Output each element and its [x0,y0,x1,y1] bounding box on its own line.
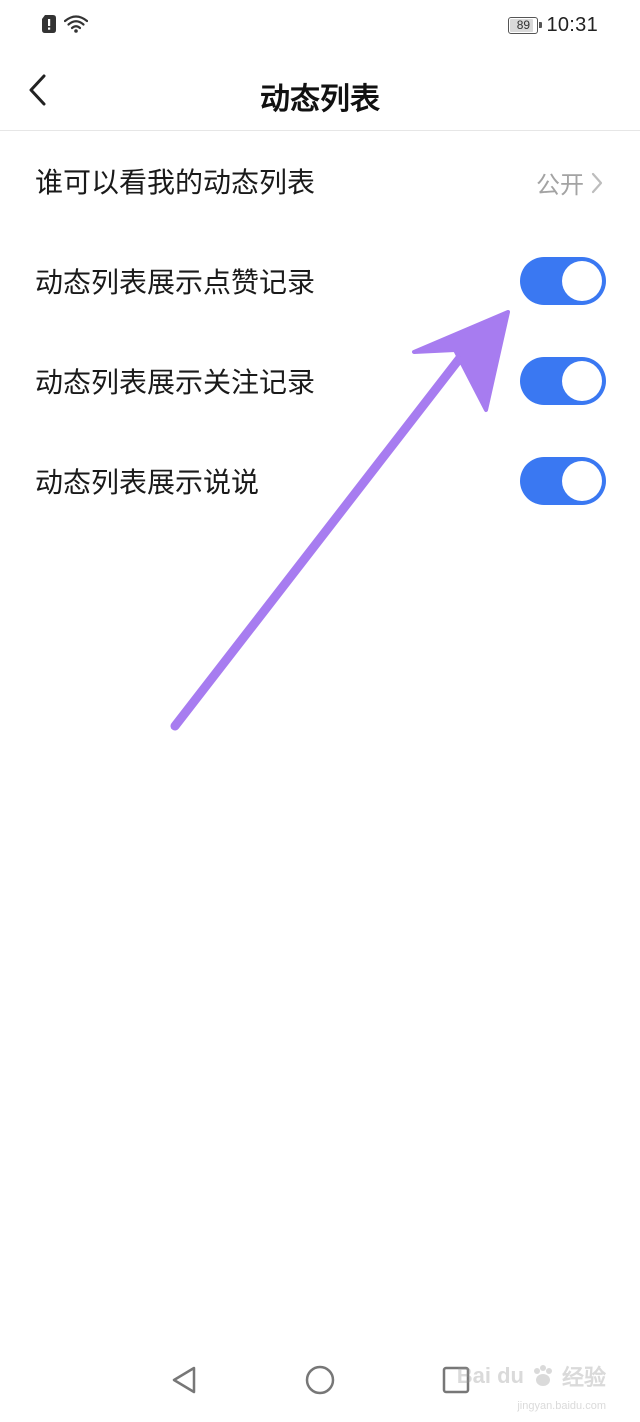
page-title: 动态列表 [260,82,380,117]
sim-alert-icon [42,15,56,33]
toggle-row-posts: 动态列表展示说说 [0,431,640,531]
navigation-header: 动态列表 [0,54,640,131]
watermark-logo: Bai du [456,1363,524,1388]
toggle-row-follows: 动态列表展示关注记录 [0,331,640,431]
toggle-knob [562,361,602,401]
watermark-url: jingyan.baidu.com [517,1400,606,1412]
battery-level: 89 [516,18,531,32]
visibility-setting-value[interactable]: 公开 [536,165,604,200]
watermark-suffix: 经验 [561,1365,606,1390]
toggle-switch-follows[interactable] [520,357,606,405]
chevron-right-icon [591,172,603,193]
toggle-switch-likes[interactable] [520,257,606,305]
toggle-knob [562,261,602,301]
paw-icon [533,1365,552,1386]
status-time: 10:31 [546,14,598,36]
toggle-label-likes: 动态列表展示点赞记录 [35,266,316,299]
watermark: Bai du 经验 [457,1360,606,1392]
triangle-back-icon [172,1366,196,1394]
toggle-label-posts: 动态列表展示说说 [35,466,260,499]
toggle-switch-posts[interactable] [520,457,606,505]
status-right: 89 10:31 [508,14,598,37]
status-bar: 89 10:31 [0,0,640,54]
toggle-knob [562,461,602,501]
battery-icon: 89 [508,17,543,34]
visibility-setting-label: 谁可以看我的动态列表 [35,166,316,199]
system-back-button[interactable] [164,1360,204,1400]
circle-home-icon [305,1365,335,1395]
settings-list: 谁可以看我的动态列表 公开 动态列表展示点赞记录 动态列表展示关注记录 动态列表… [0,131,640,531]
visibility-value-text: 公开 [536,171,584,199]
visibility-setting-row[interactable]: 谁可以看我的动态列表 公开 [0,131,640,231]
system-home-button[interactable] [300,1360,340,1400]
toggle-label-follows: 动态列表展示关注记录 [35,366,316,399]
status-left [42,15,88,33]
toggle-row-likes: 动态列表展示点赞记录 [0,231,640,331]
wifi-icon [64,15,88,33]
